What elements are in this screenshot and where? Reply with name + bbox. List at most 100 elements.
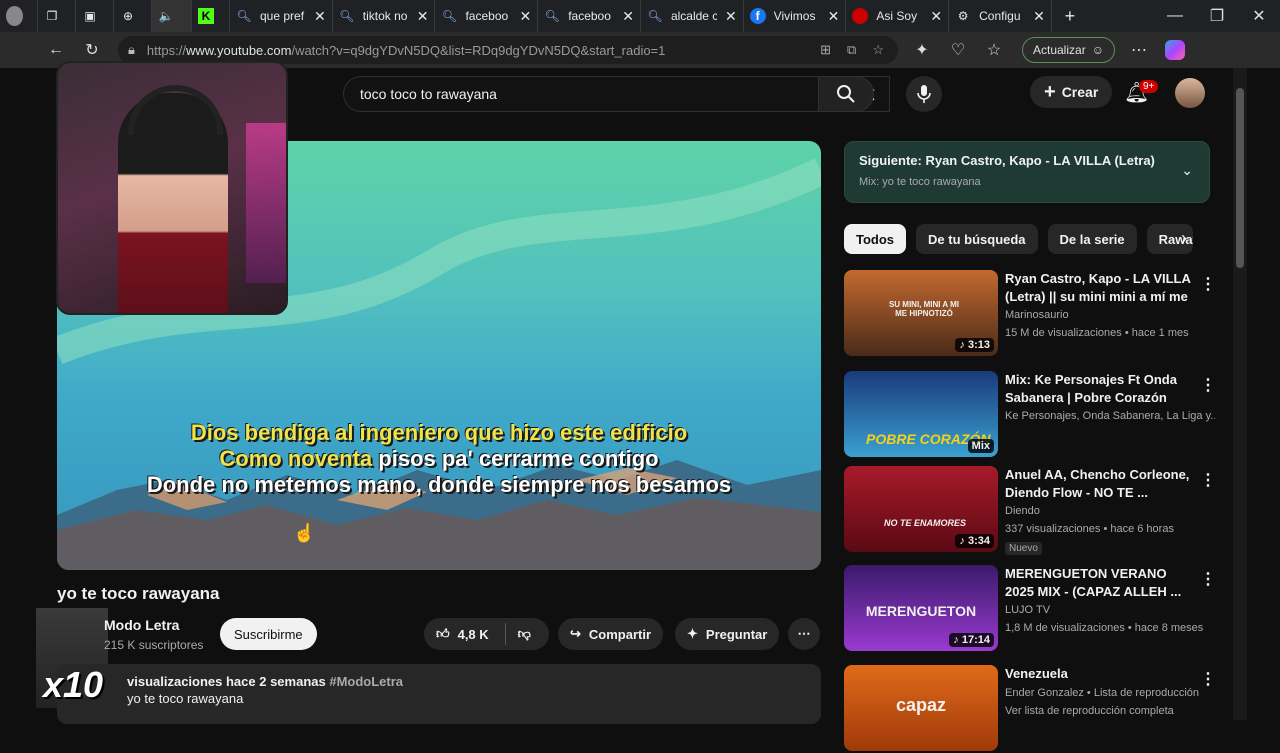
- tab-config[interactable]: ⚙ Configu ✕: [949, 0, 1052, 32]
- ask-button[interactable]: ✦ Preguntar: [675, 618, 780, 650]
- tab-actions-icon: ▣: [84, 9, 96, 23]
- subscribe-button[interactable]: Suscribirme: [220, 618, 317, 650]
- close-icon[interactable]: ✕: [519, 8, 531, 25]
- close-icon[interactable]: ✕: [314, 8, 326, 25]
- cursor-icon: ☝: [293, 523, 316, 543]
- up-next-title: Siguiente: Ryan Castro, Kapo - LA VILLA …: [859, 153, 1159, 168]
- browser-essentials-icon[interactable]: ♡: [940, 32, 976, 68]
- rec-channel: Ender Gonzalez • Lista de reproducción: [1005, 687, 1200, 699]
- tab-speaker[interactable]: 🔈: [152, 0, 192, 32]
- rec-title: MERENGUETON VERANO 2025 MIX - (CAPAZ ALL…: [1005, 566, 1182, 599]
- tab-search-2[interactable]: 🔍︎ tiktok no ✕: [333, 0, 436, 32]
- more-vert-icon[interactable]: ⋮: [1200, 569, 1216, 589]
- list-item[interactable]: NO TE ENAMORES ♪ 3:34 Anuel AA, Chencho …: [844, 466, 1216, 555]
- video-thumbnail[interactable]: capaz: [844, 665, 998, 751]
- gear-icon: ⚙: [957, 9, 969, 23]
- chip-series[interactable]: De la serie: [1047, 224, 1137, 254]
- lyric-highlight: Como noventa: [219, 446, 373, 471]
- close-window-button[interactable]: ✕: [1238, 0, 1280, 34]
- lyric-line-1: Dios bendiga al ingeniero que hizo este …: [190, 420, 688, 445]
- collections-icon[interactable]: ☆: [976, 32, 1012, 68]
- video-thumbnail[interactable]: SU MINI, MINI A MI ME HIPNOTIZÓ ♪ 3:13: [844, 270, 998, 356]
- favorite-star-icon[interactable]: ☆: [872, 42, 884, 58]
- close-icon[interactable]: ✕: [417, 8, 429, 25]
- menu-dots-icon[interactable]: ⋯: [1121, 32, 1157, 68]
- close-icon[interactable]: ✕: [930, 8, 942, 25]
- close-icon[interactable]: ✕: [828, 8, 840, 25]
- tab-label: Vivimos: [773, 9, 816, 23]
- video-thumbnail[interactable]: POBRE CORAZÓN Mix: [844, 371, 998, 457]
- more-vert-icon[interactable]: ⋮: [1200, 669, 1216, 689]
- copilot-icon[interactable]: [1157, 32, 1193, 68]
- tab-profile[interactable]: [0, 0, 38, 32]
- hashtag[interactable]: #ModoLetra: [329, 674, 403, 689]
- tab-globe[interactable]: ⊕: [114, 0, 152, 32]
- more-vert-icon[interactable]: ⋮: [1200, 470, 1216, 490]
- search-icon: 🔍︎: [339, 9, 355, 23]
- description-box[interactable]: visualizaciones hace 2 semanas #ModoLetr…: [57, 664, 821, 724]
- tab-search-3[interactable]: 🔍︎ faceboo ✕: [435, 0, 539, 32]
- voice-search-button[interactable]: [906, 76, 942, 112]
- tab-label: alcalde c: [670, 9, 717, 23]
- update-button[interactable]: Actualizar ☺: [1022, 37, 1115, 63]
- webcam-overlay: [56, 61, 288, 315]
- tab-label: que pref: [260, 9, 305, 23]
- channel-name[interactable]: Modo Letra: [104, 617, 179, 633]
- minimize-button[interactable]: —: [1154, 0, 1196, 34]
- new-tab-button[interactable]: +: [1052, 0, 1088, 32]
- tab-workspaces[interactable]: ❐: [38, 0, 76, 32]
- list-item[interactable]: capaz Venezuela Ender Gonzalez • Lista d…: [844, 665, 1216, 753]
- search-icon: 🔍︎: [544, 9, 560, 23]
- more-vert-icon[interactable]: ⋮: [1200, 274, 1216, 294]
- chevron-down-icon[interactable]: ⌄: [1181, 162, 1193, 179]
- video-thumbnail[interactable]: NO TE ENAMORES ♪ 3:34: [844, 466, 998, 552]
- tab-kick[interactable]: K: [192, 0, 230, 32]
- list-item[interactable]: SU MINI, MINI A MI ME HIPNOTIZÓ ♪ 3:13 R…: [844, 270, 1216, 358]
- list-item[interactable]: MERENGUETON ♪ 17:14 MERENGUETON VERANO 2…: [844, 565, 1216, 653]
- tab-search-5[interactable]: 🔍︎ alcalde c ✕: [641, 0, 744, 32]
- up-next-subtitle: Mix: yo te toco rawayana: [859, 176, 981, 188]
- pink-light: [246, 123, 286, 283]
- tab-facebook[interactable]: f Vivimos ✕: [744, 0, 847, 32]
- account-avatar[interactable]: [1175, 78, 1205, 108]
- url-field[interactable]: 🔒︎ https://www.youtube.com/watch?v=q9dgY…: [118, 36, 898, 64]
- close-icon[interactable]: ✕: [622, 8, 634, 25]
- split-screen-icon[interactable]: ⊞: [820, 42, 831, 58]
- tab-search-4[interactable]: 🔍︎ faceboo ✕: [538, 0, 641, 32]
- lyric-line-2: Como noventa pisos pa' cerrarme contigo: [57, 446, 821, 472]
- list-item[interactable]: POBRE CORAZÓN Mix Mix: Ke Personajes Ft …: [844, 371, 1216, 459]
- restore-button[interactable]: ❐: [1196, 0, 1238, 34]
- up-next-panel[interactable]: Siguiente: Ryan Castro, Kapo - LA VILLA …: [844, 141, 1210, 203]
- create-button[interactable]: + Crear: [1030, 76, 1113, 108]
- search-button[interactable]: [818, 76, 874, 112]
- like-button[interactable]: 👍︎ 4,8 K 👎︎: [424, 618, 549, 650]
- scrollbar[interactable]: [1233, 68, 1247, 720]
- facebook-icon: f: [749, 8, 766, 24]
- close-icon[interactable]: ✕: [1033, 8, 1045, 25]
- more-vert-icon[interactable]: ⋮: [1200, 375, 1216, 395]
- rec-channel: Marinosaurio: [1005, 309, 1069, 321]
- tab-actions[interactable]: ▣: [76, 0, 114, 32]
- chevron-right-icon[interactable]: ›: [1181, 228, 1187, 249]
- duration-badge: ♪ 3:34: [955, 534, 994, 548]
- rec-meta[interactable]: Ver lista de reproducción completa: [1005, 705, 1210, 717]
- app-available-icon[interactable]: ⧉: [847, 42, 856, 58]
- more-actions-button[interactable]: ⋯: [788, 618, 820, 650]
- thumbs-down-icon[interactable]: 👎︎: [518, 626, 531, 642]
- microphone-icon: [917, 85, 931, 103]
- search-icon: 🔍︎: [647, 9, 663, 23]
- chip-from-search[interactable]: De tu búsqueda: [916, 224, 1038, 254]
- share-button[interactable]: ↪ Compartir: [558, 618, 664, 650]
- tab-label: Asi Soy: [876, 9, 918, 23]
- scroll-thumb[interactable]: [1236, 88, 1244, 268]
- tab-search-1[interactable]: 🔍︎ que pref ✕: [230, 0, 333, 32]
- close-icon[interactable]: ✕: [725, 8, 737, 25]
- thumbs-up-icon: 👍︎: [436, 626, 450, 641]
- video-thumbnail[interactable]: MERENGUETON ♪ 17:14: [844, 565, 998, 651]
- search-icon: 🔍︎: [441, 9, 458, 23]
- tab-asisoy[interactable]: Asi Soy ✕: [846, 0, 950, 32]
- extensions-icon[interactable]: ✦: [904, 32, 940, 68]
- search-input[interactable]: toco toco to rawayana ✕: [343, 76, 890, 112]
- thumbnail-text: MERENGUETON: [865, 603, 977, 619]
- chip-all[interactable]: Todos: [844, 224, 907, 254]
